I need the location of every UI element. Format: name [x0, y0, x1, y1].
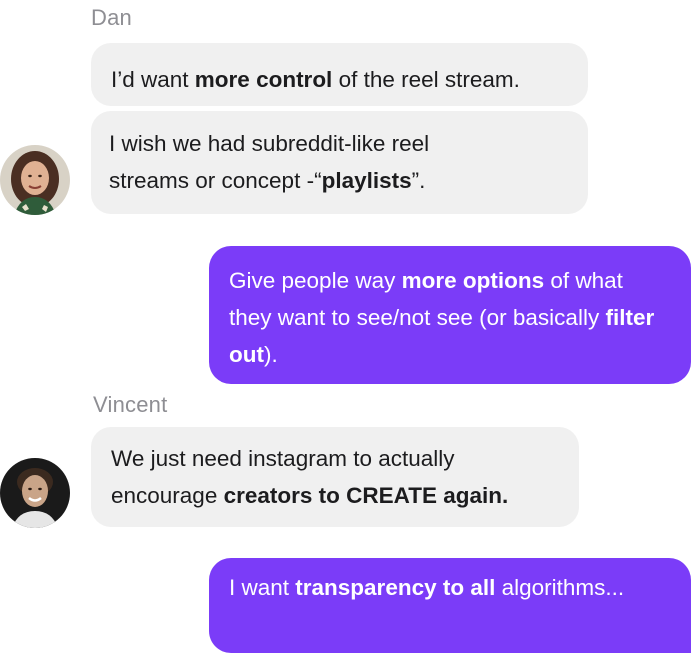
message-text: of the reel stream.: [332, 67, 520, 92]
avatar-vincent[interactable]: [0, 458, 70, 528]
message-bubble-outgoing-2[interactable]: I want transparency to all algorithms...: [209, 558, 691, 653]
message-bubble-dan-1[interactable]: I’d want more control of the reel stream…: [91, 43, 588, 106]
message-text: I’d want: [111, 67, 195, 92]
message-text: algorithms...: [495, 575, 625, 600]
man-avatar-icon: [0, 458, 70, 528]
message-text-bold: more options: [401, 268, 545, 293]
message-text: ”.: [411, 168, 426, 193]
message-text: ).: [263, 342, 278, 367]
message-text: I want: [229, 575, 296, 600]
sender-name-vincent: Vincent: [93, 392, 168, 417]
message-bubble-vincent-1[interactable]: We just need instagram to actually encou…: [91, 427, 579, 527]
message-bubble-outgoing-1[interactable]: Give people way more options of what the…: [209, 246, 691, 384]
message-text: Give people way: [229, 268, 402, 293]
woman-avatar-icon: [0, 145, 70, 215]
message-text-bold: more control: [194, 67, 333, 92]
message-text-bold: creators to CREATE again.: [223, 483, 509, 508]
sender-name-dan: Dan: [91, 5, 132, 30]
message-bubble-dan-2[interactable]: I wish we had subreddit-like reel stream…: [91, 111, 588, 214]
message-text-bold: transparency to all: [295, 575, 496, 600]
message-text-bold: playlists: [321, 168, 412, 193]
avatar-dan[interactable]: [0, 145, 70, 215]
